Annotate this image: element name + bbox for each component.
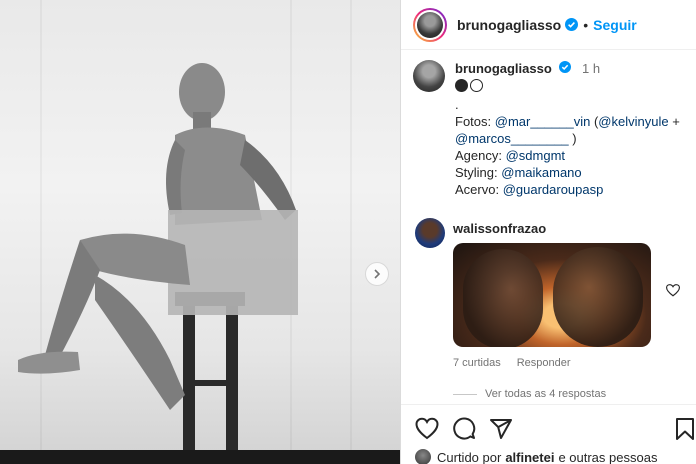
caption-avatar[interactable] — [413, 60, 445, 92]
mention-link[interactable]: @kelvinyule — [598, 114, 668, 129]
comment-meta: 7 curtidas Responder — [453, 357, 571, 369]
divider — [453, 393, 477, 395]
mention-link[interactable]: @guardaroupasp — [503, 182, 604, 197]
liker-avatar[interactable] — [415, 449, 431, 464]
white-circle-icon — [470, 79, 483, 92]
caption-username[interactable]: brunogagliasso — [455, 61, 552, 76]
caption-agency-line: Agency: @sdmgmt — [455, 148, 566, 163]
verified-badge-icon — [565, 18, 579, 31]
next-photo-button[interactable] — [365, 262, 389, 286]
mention-link[interactable]: @mar______vin — [495, 114, 591, 129]
commenter-avatar[interactable] — [415, 218, 445, 248]
caption-photos-line-2: @marcos________ ) — [455, 131, 577, 146]
author-username[interactable]: brunogagliasso — [457, 17, 561, 33]
post-caption: brunogagliasso 1 h . Fotos: @mar______vi… — [413, 60, 689, 198]
liker-username[interactable]: alfinetei — [505, 450, 554, 464]
caption-photos-line: Fotos: @mar______vin (@kelvinyule + — [455, 114, 680, 129]
mention-link[interactable]: @sdmgmt — [506, 148, 565, 163]
save-bookmark-icon[interactable] — [675, 417, 695, 441]
model-figure — [18, 63, 298, 460]
liked-others[interactable]: e outras pessoas — [558, 450, 657, 464]
post-header: brunogagliasso • Seguir — [401, 0, 696, 50]
separator: • — [583, 16, 589, 33]
floor — [0, 450, 400, 464]
share-send-icon[interactable] — [489, 417, 513, 441]
caption-acervo-line: Acervo: @guardaroupasp — [455, 182, 604, 197]
comment-gif — [453, 243, 651, 347]
view-replies-button[interactable]: Ver todas as 4 respostas — [453, 388, 606, 400]
post-actions: Curtido por alfinetei e outras pessoas — [401, 404, 696, 464]
verified-badge-icon — [559, 61, 572, 74]
like-heart-icon[interactable] — [415, 417, 439, 441]
follow-button[interactable]: Seguir — [593, 17, 637, 33]
commenter-username[interactable]: walissonfrazao — [453, 221, 546, 236]
circle-emojis — [455, 79, 483, 92]
mention-link[interactable]: @marcos________ — [455, 131, 569, 146]
caption-time: 1 h — [582, 61, 601, 76]
comment-bubble-icon[interactable] — [452, 417, 476, 441]
mention-link[interactable]: @maikamano — [501, 165, 581, 180]
liked-by: Curtido por alfinetei e outras pessoas — [415, 449, 657, 464]
black-circle-icon — [455, 79, 468, 92]
post-details-panel: brunogagliasso • Seguir brunogagliasso 1… — [400, 0, 696, 464]
comment-like-heart-icon[interactable] — [666, 284, 680, 297]
chevron-right-icon — [374, 269, 381, 279]
comment-likes[interactable]: 7 curtidas — [453, 357, 501, 369]
post-image — [0, 0, 400, 464]
author-avatar[interactable] — [413, 7, 447, 42]
caption-styling-line: Styling: @maikamano — [455, 165, 582, 180]
caption-dot-line: . — [455, 97, 459, 112]
reply-button[interactable]: Responder — [517, 357, 571, 369]
